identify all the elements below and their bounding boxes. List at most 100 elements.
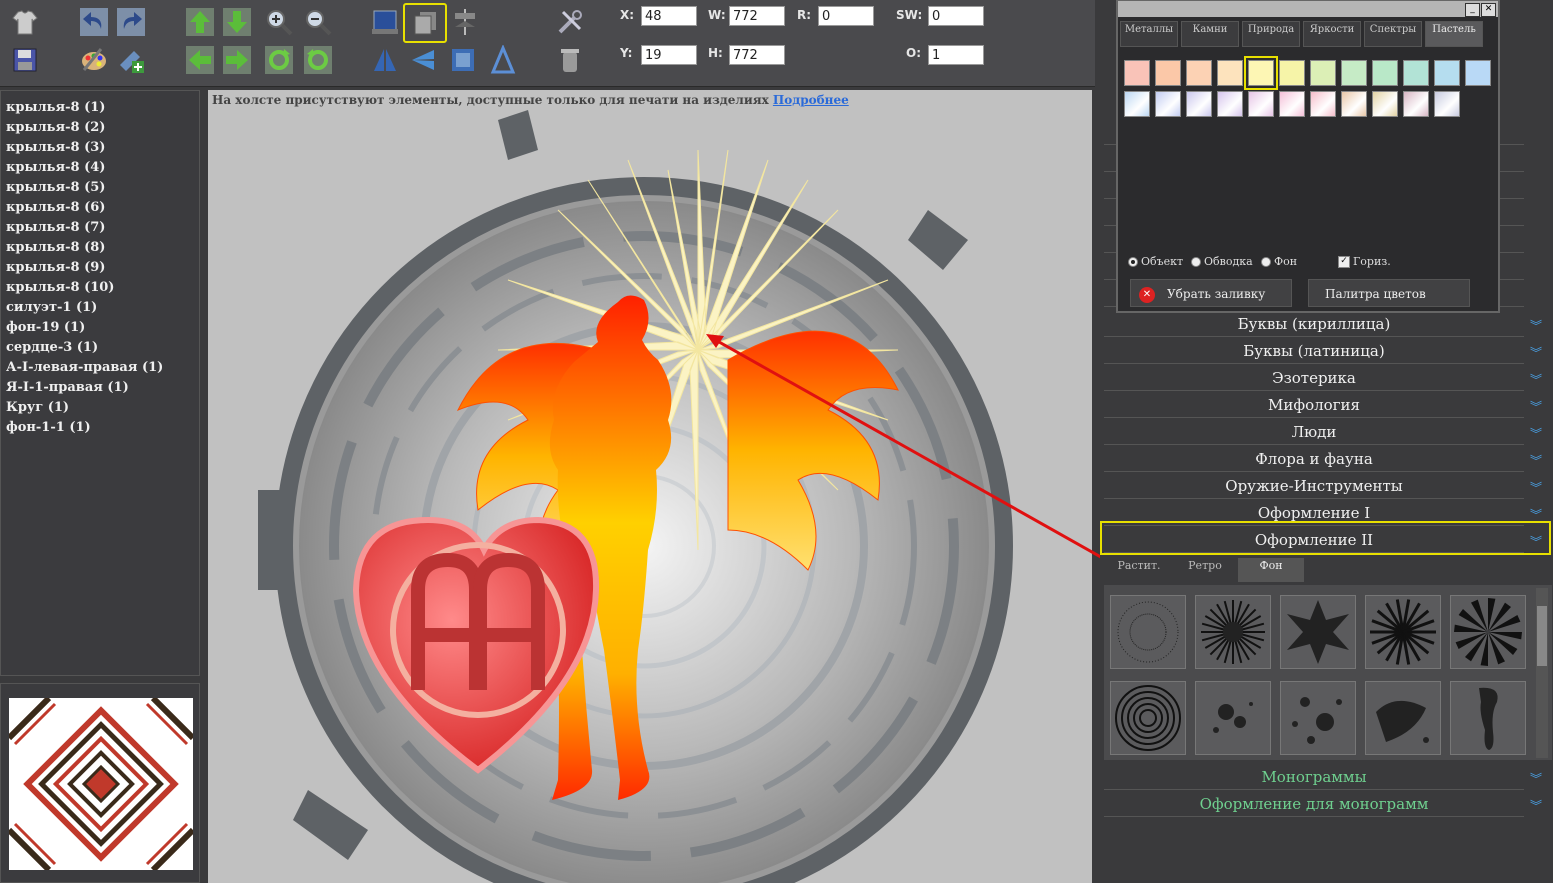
minimize-icon[interactable]: _ (1465, 3, 1480, 17)
palette-icon[interactable] (77, 43, 111, 77)
h-field[interactable] (729, 45, 785, 65)
color-swatch[interactable] (1310, 60, 1336, 86)
design-canvas[interactable] (208, 90, 1092, 883)
background-thumbnail[interactable] (1365, 595, 1441, 669)
color-tab-1[interactable]: Камни (1181, 21, 1239, 47)
layer-item[interactable]: Я-I-1-правая (1) (6, 380, 129, 395)
color-tab-0[interactable]: Металлы (1120, 21, 1178, 47)
background-thumbnail[interactable] (1110, 681, 1186, 755)
fill-radio-2[interactable]: Фон (1261, 255, 1297, 268)
layer-item[interactable]: крылья-8 (5) (6, 180, 105, 195)
x-field[interactable] (641, 6, 697, 26)
color-palette-button[interactable]: Палитра цветов (1308, 279, 1470, 307)
color-swatch[interactable] (1403, 60, 1429, 86)
subtab-2[interactable]: Фон (1238, 558, 1304, 582)
layer-item[interactable]: крылья-8 (1) (6, 100, 105, 115)
color-swatch[interactable] (1341, 60, 1367, 86)
color-swatch[interactable] (1341, 91, 1367, 117)
color-tab-3[interactable]: Яркости (1303, 21, 1361, 47)
move-up-icon[interactable] (183, 5, 217, 39)
color-swatch[interactable] (1434, 91, 1460, 117)
fill-radio-1[interactable]: Обводка (1191, 255, 1253, 268)
flip-h-icon[interactable] (406, 43, 440, 77)
background-thumbnail[interactable] (1195, 595, 1271, 669)
color-swatch[interactable] (1310, 91, 1336, 117)
background-thumbnail[interactable] (1280, 681, 1356, 755)
color-tab-5[interactable]: Пастель (1425, 21, 1483, 47)
color-swatch[interactable] (1186, 91, 1212, 117)
thumbs-scrollbar[interactable] (1536, 588, 1548, 758)
subtab-0[interactable]: Растит. (1106, 558, 1172, 582)
notice-link[interactable]: Подробнее (773, 93, 849, 107)
undo-icon[interactable] (77, 5, 111, 39)
trash-icon[interactable] (553, 43, 587, 77)
redo-icon[interactable] (114, 5, 148, 39)
color-swatch[interactable] (1434, 60, 1460, 86)
subtab-1[interactable]: Ретро (1172, 558, 1238, 582)
layer-item[interactable]: А-I-левая-правая (1) (6, 360, 163, 375)
color-swatch[interactable] (1155, 91, 1181, 117)
color-swatch[interactable] (1248, 91, 1274, 117)
color-swatch[interactable] (1186, 60, 1212, 86)
color-swatch[interactable] (1372, 91, 1398, 117)
category-item[interactable]: Буквы (латиница) ︾ (1104, 339, 1542, 364)
layer-item[interactable]: фон-19 (1) (6, 320, 85, 335)
layer-item[interactable]: крылья-8 (10) (6, 280, 114, 295)
y-field[interactable] (641, 45, 697, 65)
color-swatch[interactable] (1372, 60, 1398, 86)
sw-field[interactable] (928, 6, 984, 26)
category-item[interactable]: Мифология ︾ (1104, 393, 1542, 418)
color-swatch[interactable] (1124, 91, 1150, 117)
close-icon[interactable]: ✕ (1481, 3, 1496, 17)
layer-item[interactable]: крылья-8 (2) (6, 120, 105, 135)
bring-front-icon[interactable] (368, 5, 402, 39)
color-tab-2[interactable]: Природа (1242, 21, 1300, 47)
category-item[interactable]: Оформление для монограмм ︾ (1104, 792, 1542, 817)
layer-item[interactable]: крылья-8 (6) (6, 200, 105, 215)
send-back-icon[interactable] (403, 3, 447, 43)
move-left-icon[interactable] (183, 43, 217, 77)
category-item[interactable]: Монограммы ︾ (1104, 765, 1542, 790)
horiz-checkbox[interactable]: ✓ Гориз. (1338, 255, 1391, 268)
background-thumbnail[interactable] (1365, 681, 1441, 755)
move-right-icon[interactable] (220, 43, 254, 77)
color-window-titlebar[interactable]: _ ✕ (1118, 1, 1498, 17)
layer-item[interactable]: Круг (1) (6, 400, 69, 415)
flip-v-icon[interactable] (368, 43, 402, 77)
layer-item[interactable]: силуэт-1 (1) (6, 300, 97, 315)
move-down-icon[interactable] (220, 5, 254, 39)
background-thumbnail[interactable] (1195, 681, 1271, 755)
remove-fill-button[interactable]: ✕ Убрать заливку (1130, 279, 1292, 307)
color-swatch[interactable] (1403, 91, 1429, 117)
o-field[interactable] (928, 45, 984, 65)
color-swatch[interactable] (1155, 60, 1181, 86)
align-icon[interactable] (448, 5, 482, 39)
rotate-cw-icon[interactable] (262, 43, 296, 77)
zoom-in-icon[interactable] (262, 5, 296, 39)
color-swatch[interactable] (1465, 60, 1491, 86)
color-swatch[interactable] (1124, 60, 1150, 86)
save-icon[interactable] (8, 43, 42, 77)
fill-radio-0[interactable]: Объект (1128, 255, 1183, 268)
tools-icon[interactable] (553, 5, 587, 39)
background-thumbnail[interactable] (1450, 681, 1526, 755)
layer-item[interactable]: крылья-8 (8) (6, 240, 105, 255)
background-thumbnail[interactable] (1450, 595, 1526, 669)
w-field[interactable] (729, 6, 785, 26)
category-item[interactable]: Буквы (кириллица) ︾ (1104, 312, 1542, 337)
color-tab-4[interactable]: Спектры (1364, 21, 1422, 47)
color-swatch[interactable] (1217, 91, 1243, 117)
background-thumbnail[interactable] (1110, 595, 1186, 669)
layer-item[interactable]: крылья-8 (3) (6, 140, 105, 155)
rotate-ccw-icon[interactable] (301, 43, 335, 77)
zoom-out-icon[interactable] (301, 5, 335, 39)
color-swatch[interactable] (1279, 60, 1305, 86)
background-thumbnail[interactable] (1280, 595, 1356, 669)
r-field[interactable] (818, 6, 874, 26)
layer-item[interactable]: сердце-3 (1) (6, 340, 98, 355)
layer-item[interactable]: крылья-8 (9) (6, 260, 105, 275)
layer-item[interactable]: крылья-8 (4) (6, 160, 105, 175)
color-swatch[interactable] (1217, 60, 1243, 86)
color-swatch[interactable] (1244, 56, 1278, 90)
add-image-icon[interactable] (114, 43, 148, 77)
